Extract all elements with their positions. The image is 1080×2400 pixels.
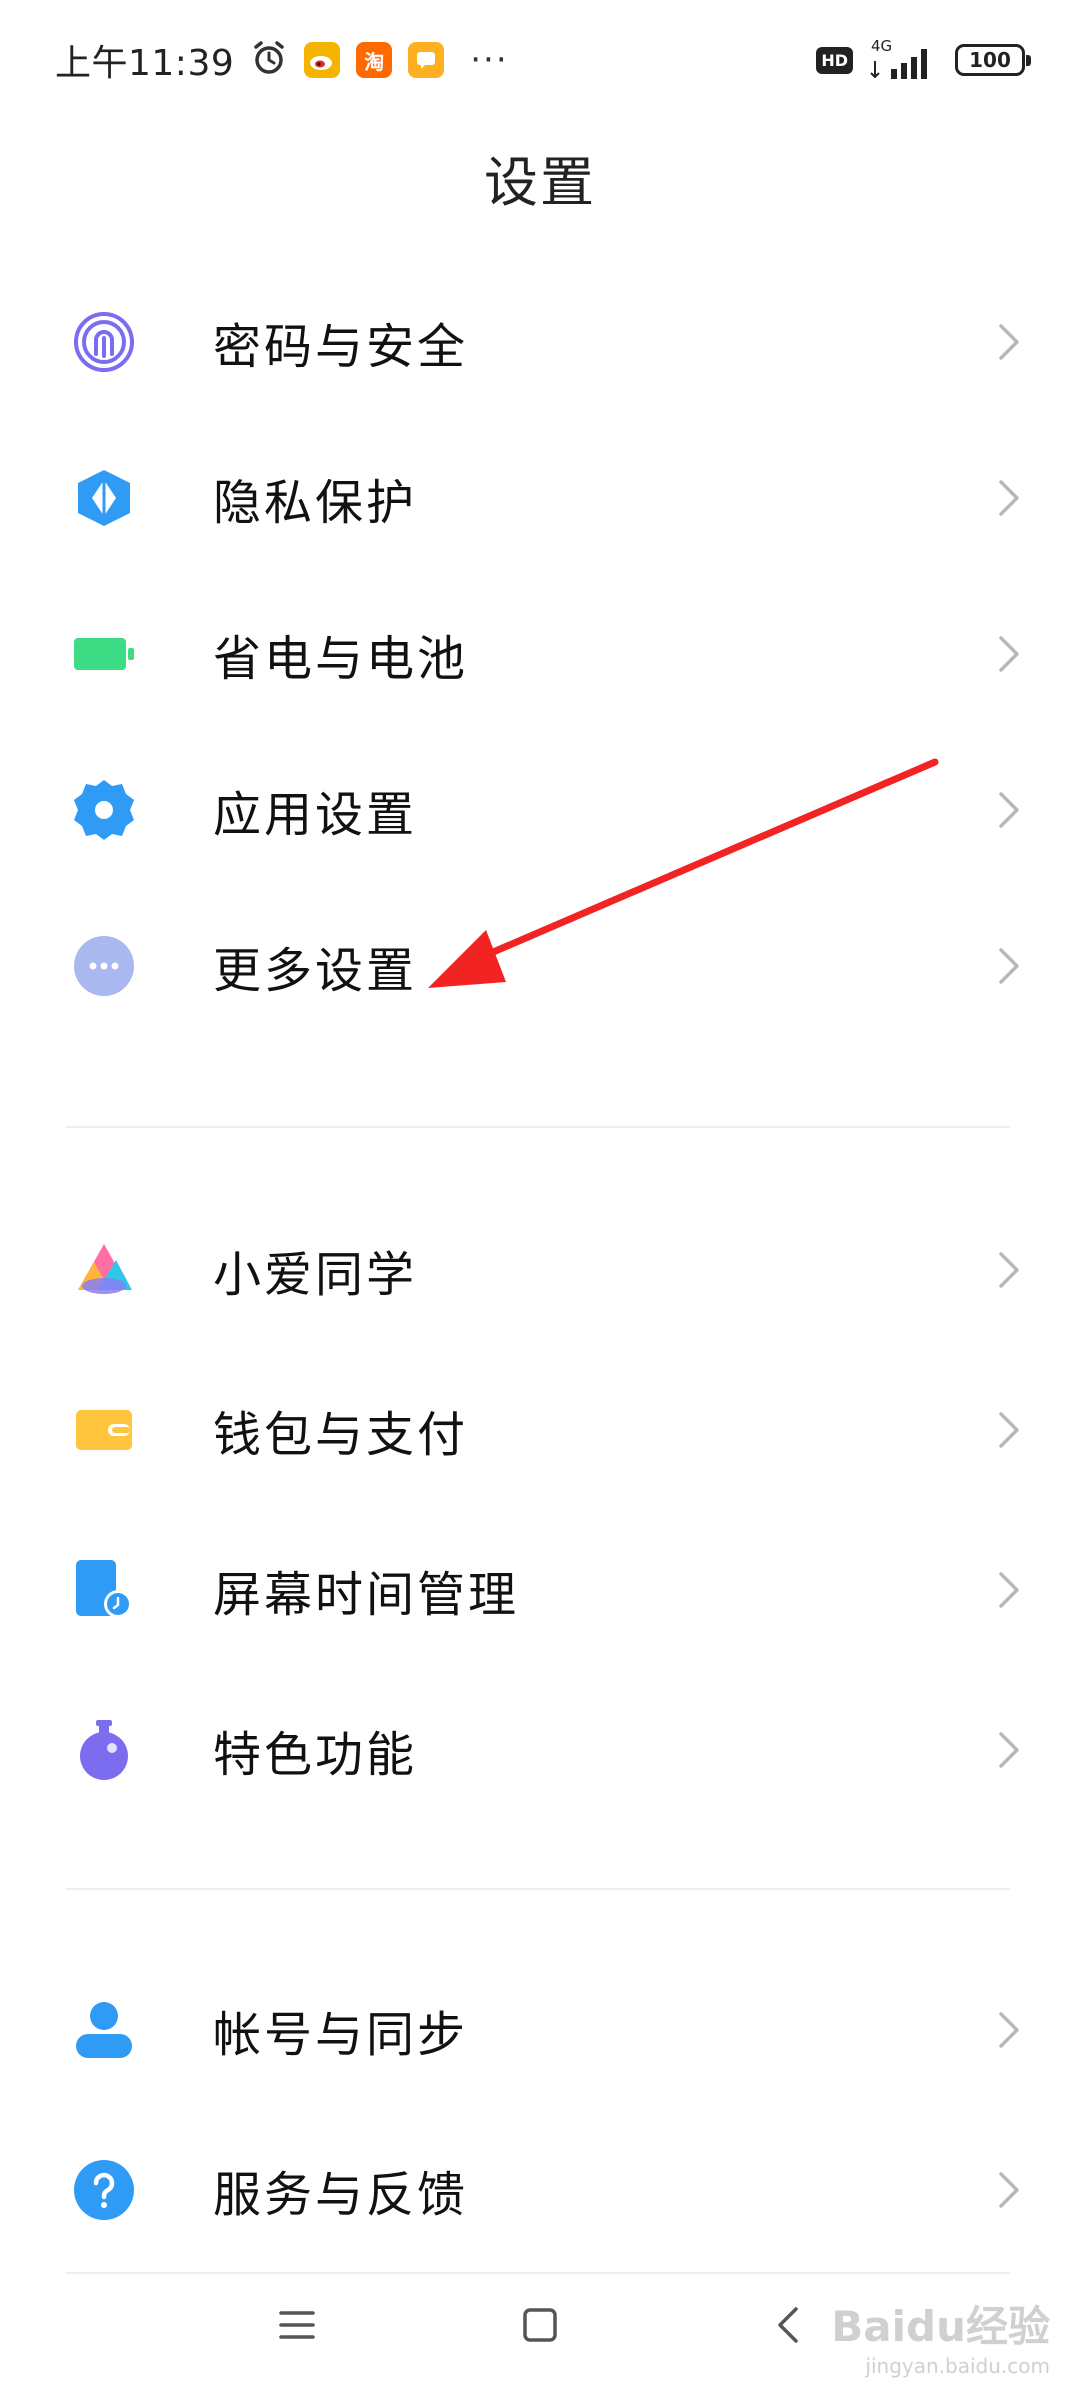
- privacy-shield-icon: [72, 466, 136, 530]
- menu-icon[interactable]: [257, 2285, 337, 2365]
- home-icon[interactable]: [500, 2285, 580, 2365]
- account-icon: [72, 1998, 136, 2062]
- status-bar-left: 上午11:39 淘 ···: [55, 34, 509, 86]
- settings-item-password-security[interactable]: 密码与安全: [0, 262, 1080, 422]
- status-bar: 上午11:39 淘 ··· HD 4G 100: [0, 0, 1080, 120]
- settings-item-service-feedback[interactable]: 服务与反馈: [0, 2110, 1080, 2270]
- group-divider: [66, 1126, 1010, 1128]
- baidu-jingyan-watermark: Baidu经验 jingyan.baidu.com: [831, 2293, 1050, 2378]
- back-icon[interactable]: [748, 2285, 828, 2365]
- chevron-right-icon: [999, 2172, 1019, 2208]
- group-divider: [66, 1888, 1010, 1890]
- settings-item-special-features[interactable]: 特色功能: [0, 1670, 1080, 1830]
- alarm-clock-icon: [250, 39, 288, 81]
- settings-item-xiaoai[interactable]: 小爱同学: [0, 1190, 1080, 1350]
- chevron-right-icon: [999, 324, 1019, 360]
- status-bar-right: HD 4G 100: [816, 37, 1031, 81]
- settings-item-screen-time[interactable]: 屏幕时间管理: [0, 1510, 1080, 1670]
- taobao-app-icon: 淘: [356, 42, 393, 78]
- chevron-right-icon: [999, 1412, 1019, 1448]
- more-notifications-icon: ···: [470, 40, 509, 80]
- help-icon: [72, 2158, 136, 2222]
- wallet-icon: [72, 1398, 136, 1462]
- settings-item-label: 应用设置: [213, 787, 418, 843]
- chevron-right-icon: [999, 1732, 1019, 1768]
- settings-item-battery[interactable]: 省电与电池: [0, 574, 1080, 734]
- chevron-right-icon: [999, 1252, 1019, 1288]
- chevron-right-icon: [999, 948, 1019, 984]
- watermark-sub: jingyan.baidu.com: [865, 2354, 1050, 2378]
- settings-item-label: 小爱同学: [213, 1247, 418, 1303]
- settings-item-label: 密码与安全: [213, 319, 469, 375]
- settings-item-label: 钱包与支付: [213, 1407, 469, 1463]
- settings-item-account-sync[interactable]: 帐号与同步: [0, 1950, 1080, 2110]
- gear-icon: [72, 778, 136, 842]
- settings-item-app-settings[interactable]: 应用设置: [0, 730, 1080, 890]
- settings-item-more-settings[interactable]: 更多设置: [0, 886, 1080, 1046]
- status-time: 上午11:39: [55, 43, 235, 84]
- settings-item-label: 隐私保护: [213, 475, 418, 531]
- flask-icon: [72, 1718, 136, 1782]
- chevron-right-icon: [999, 792, 1019, 828]
- watermark-main: Baidu经验: [831, 2302, 1050, 2351]
- settings-item-label: 屏幕时间管理: [213, 1567, 520, 1623]
- settings-item-label: 省电与电池: [213, 631, 469, 687]
- chevron-right-icon: [999, 2012, 1019, 2048]
- xiaoai-icon: [72, 1238, 136, 1302]
- signal-icon: 4G: [869, 37, 939, 81]
- settings-item-label: 帐号与同步: [213, 2007, 469, 2063]
- battery-indicator: 100: [955, 44, 1031, 76]
- screen-time-icon: [72, 1558, 136, 1622]
- settings-item-wallet[interactable]: 钱包与支付: [0, 1350, 1080, 1510]
- settings-screen: 上午11:39 淘 ··· HD 4G 100 设置 密码与安全 隐私保护 省电…: [0, 0, 1080, 2400]
- message-app-icon: [408, 42, 445, 78]
- chevron-right-icon: [999, 1572, 1019, 1608]
- more-dots-icon: [72, 934, 136, 998]
- settings-item-label: 特色功能: [213, 1727, 418, 1783]
- chevron-right-icon: [999, 480, 1019, 516]
- hd-badge: HD: [816, 46, 853, 74]
- weibo-app-icon: [304, 42, 341, 78]
- settings-item-label: 更多设置: [213, 943, 418, 999]
- fingerprint-icon: [72, 310, 136, 374]
- settings-item-label: 服务与反馈: [213, 2167, 469, 2223]
- settings-item-privacy[interactable]: 隐私保护: [0, 418, 1080, 578]
- page-title: 设置: [484, 151, 596, 214]
- chevron-right-icon: [999, 636, 1019, 672]
- battery-icon: [72, 622, 136, 686]
